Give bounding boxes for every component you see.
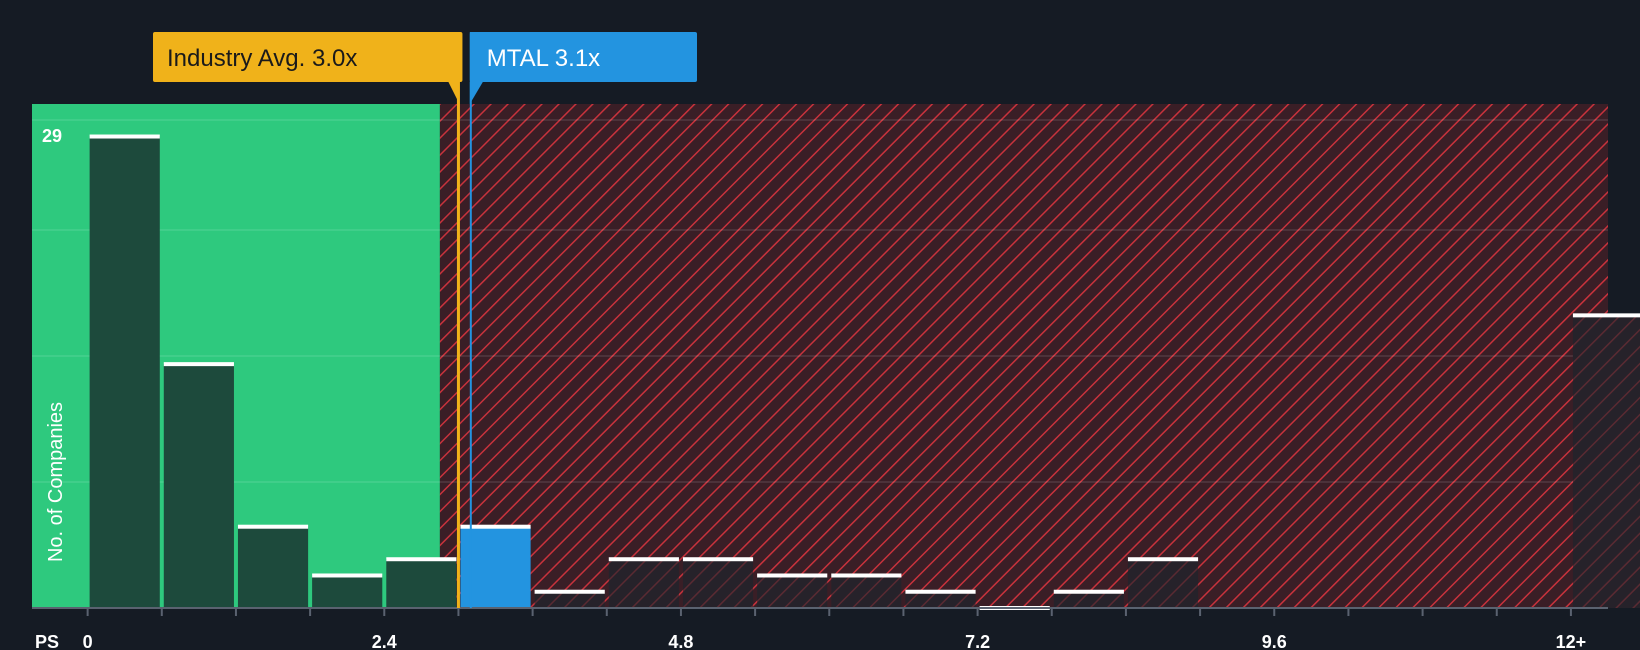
bar-cap-1 xyxy=(163,362,234,367)
callouts: Industry Avg. 3.0x MTAL 3.1x xyxy=(153,32,697,104)
bar-cap-11 xyxy=(905,589,976,594)
bar-cap-3 xyxy=(312,573,383,578)
x-tick-label-2: 4.8 xyxy=(668,632,693,650)
bar-cap-2 xyxy=(237,524,309,529)
bar-7 xyxy=(608,559,679,608)
x-axis-title: PS xyxy=(35,632,59,650)
bar-cap-6 xyxy=(534,589,605,594)
industry-avg-pointer xyxy=(448,82,460,104)
bar-cap-0 xyxy=(89,134,160,139)
bar-3 xyxy=(312,575,383,608)
bar-cap-10 xyxy=(831,573,902,578)
bar-15 xyxy=(1572,315,1640,608)
ps-distribution-chart: 0 2.4 4.8 7.2 9.6 12+ Industry Avg. 3.0x MTAL … xyxy=(32,32,1640,650)
industry-avg-label: Industry Avg. 3.0x xyxy=(167,45,357,72)
bar-14 xyxy=(1127,559,1199,608)
x-tick-label-5: 12+ xyxy=(1556,632,1587,650)
x-tick-label-1: 2.4 xyxy=(372,632,397,650)
bar-0 xyxy=(89,136,160,609)
x-tick-label-0: 0 xyxy=(83,632,93,650)
x-axis: 0 2.4 4.8 7.2 9.6 12+ xyxy=(32,607,1608,650)
bar-cap-14 xyxy=(1127,557,1199,562)
bar-1 xyxy=(163,364,234,608)
bar-10 xyxy=(831,575,902,608)
x-tick-label-4: 9.6 xyxy=(1262,632,1287,650)
bar-cap-8 xyxy=(682,557,754,562)
bar-13 xyxy=(1053,591,1124,608)
bar-cap-13 xyxy=(1053,589,1124,594)
bar-6 xyxy=(534,591,605,608)
bar-4 xyxy=(386,559,457,608)
bar-2 xyxy=(237,526,309,608)
bar-11 xyxy=(905,591,976,608)
company-label: MTAL 3.1x xyxy=(487,45,600,72)
bar-cap-9 xyxy=(757,573,828,578)
bar-cap-7 xyxy=(608,557,679,562)
y-axis-title: No. of Companies xyxy=(45,402,67,562)
x-tick-label-3: 7.2 xyxy=(965,632,990,650)
y-max-label: 29 xyxy=(42,126,62,146)
bar-9 xyxy=(757,575,828,608)
bar-cap-15 xyxy=(1572,313,1640,318)
bar-cap-4 xyxy=(386,557,457,562)
bar-8 xyxy=(682,559,754,608)
